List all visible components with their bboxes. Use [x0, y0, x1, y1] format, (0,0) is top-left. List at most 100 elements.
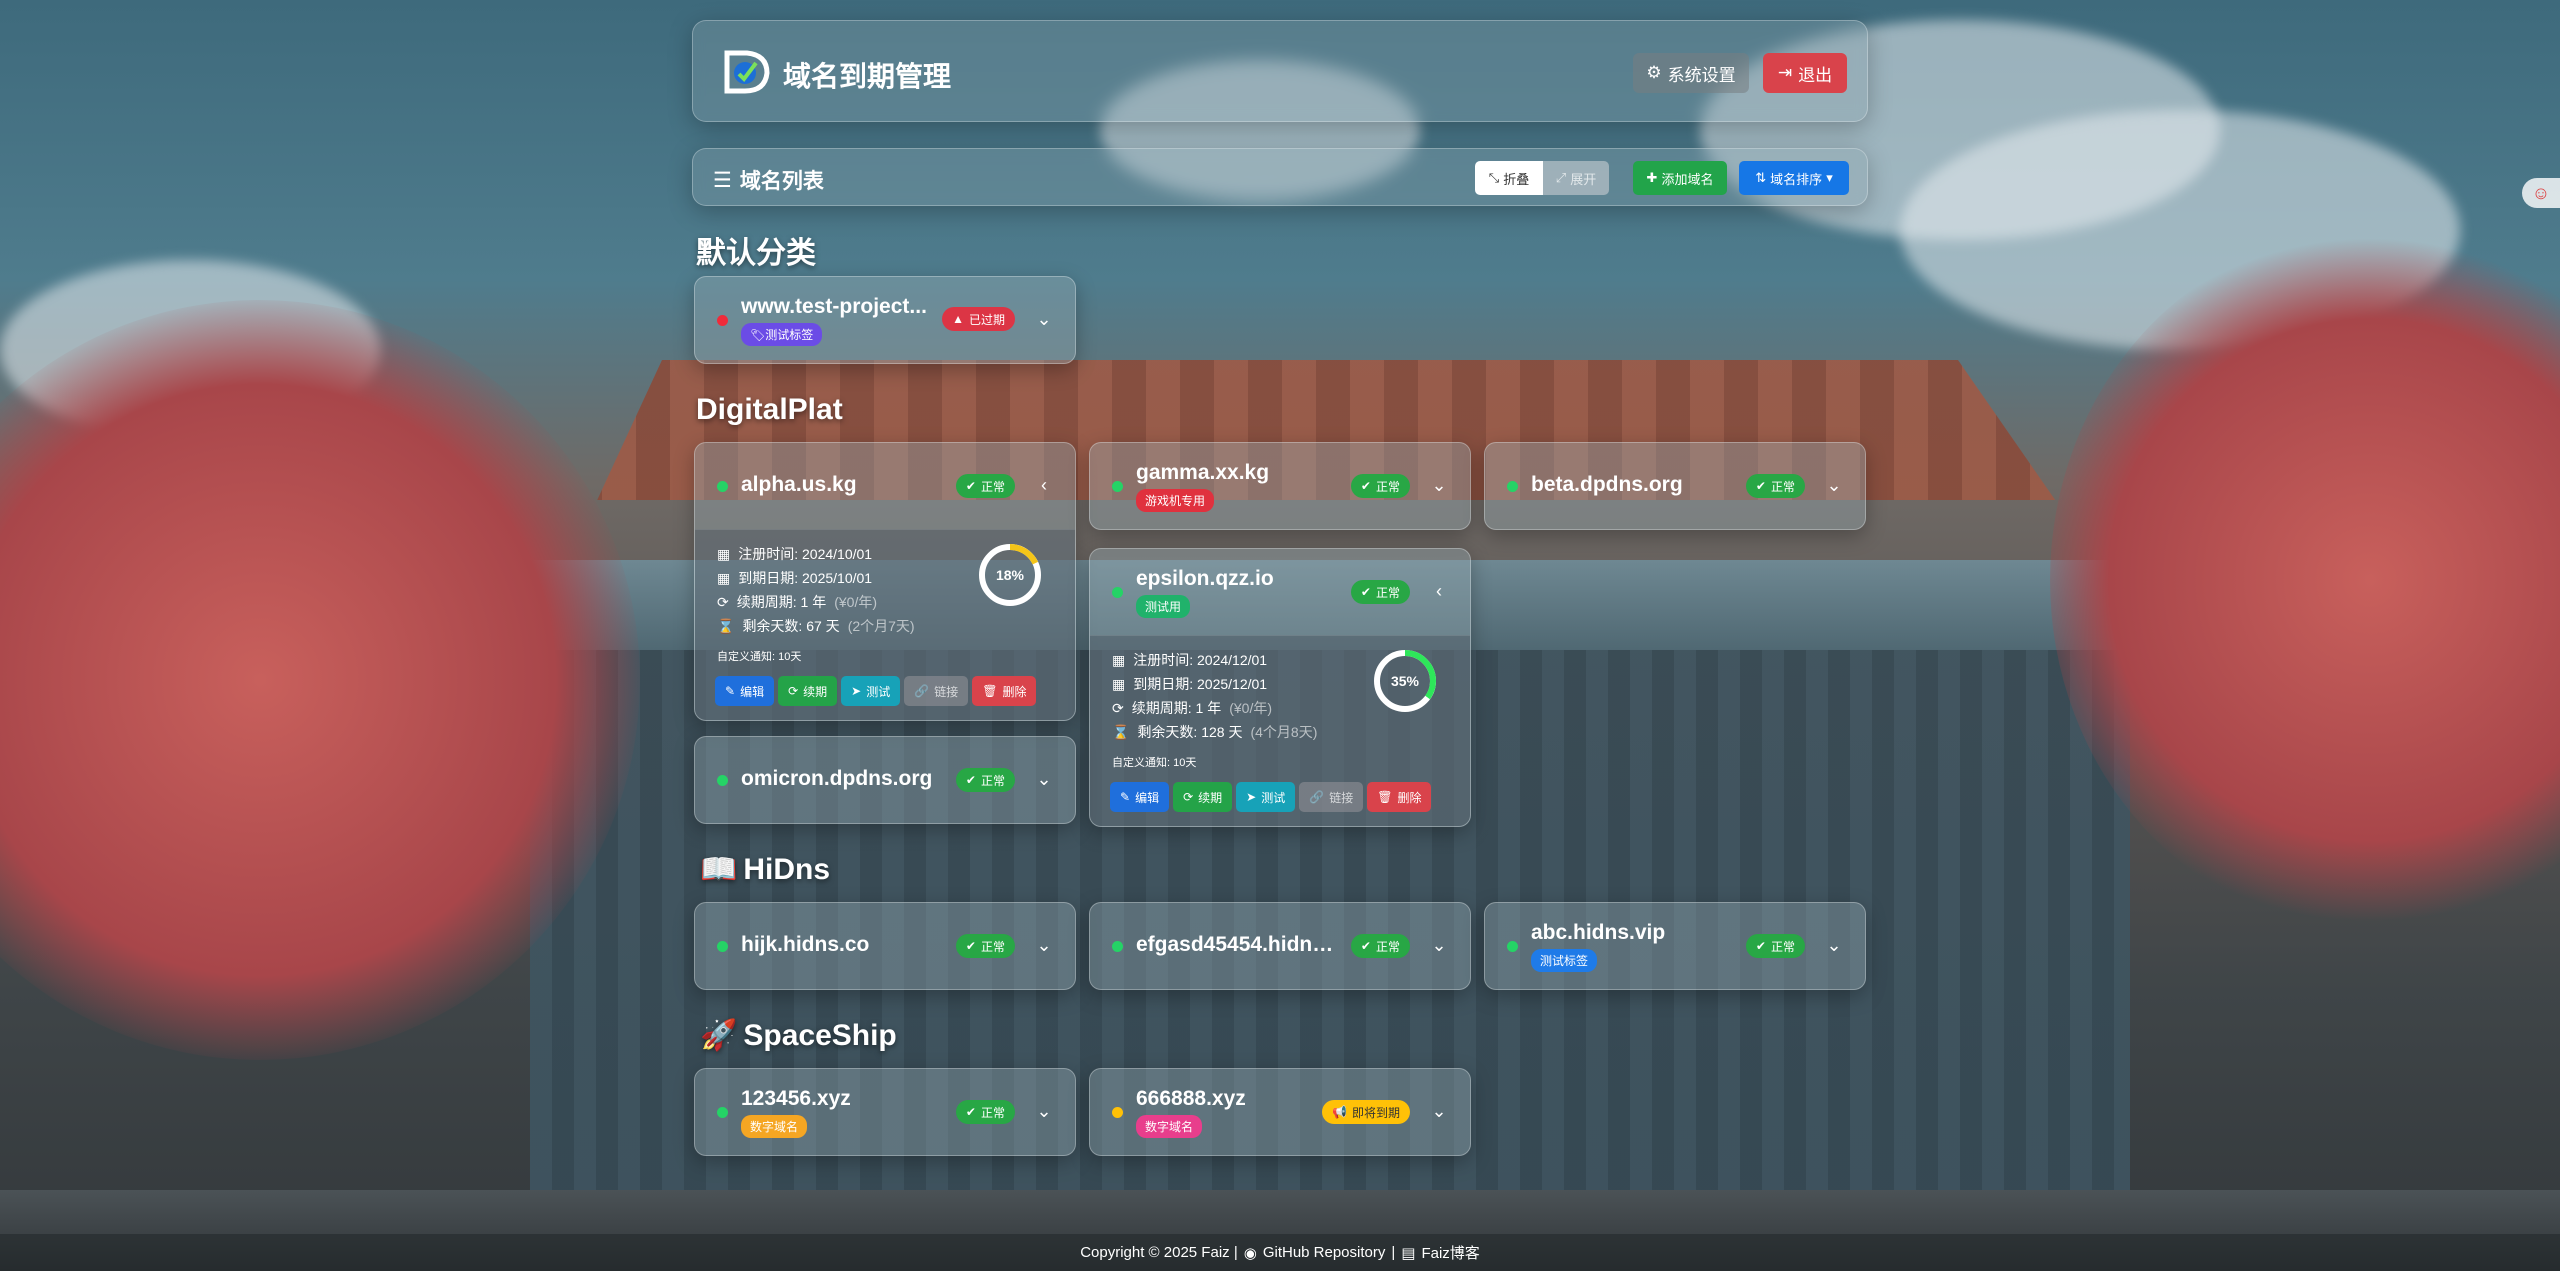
status-badge: ✔ 正常	[955, 1100, 1015, 1124]
edit-button[interactable]: ✎ 编辑	[1110, 782, 1170, 812]
avatar-icon: ☺	[2531, 182, 2551, 203]
domain-card-header[interactable]: www.test-project... 🏷测试标签 ▲ 已过期 ⌄	[695, 277, 1075, 363]
collapse-all-button[interactable]: ⤡ 折叠	[1475, 161, 1543, 195]
domain-card[interactable]: omicron.dpdns.org ✔ 正常 ⌄	[694, 736, 1076, 824]
floating-avatar-button[interactable]: ☺	[2522, 178, 2560, 208]
period-text: 续期周期: 1 年	[736, 594, 827, 610]
domain-card-header[interactable]: beta.dpdns.org ✔ 正常 ⌄	[1485, 443, 1865, 529]
edit-button[interactable]: ✎ 编辑	[715, 676, 775, 706]
chevron-down-icon[interactable]: ⌄	[1033, 934, 1055, 956]
domain-card-header[interactable]: efgasd45454.hidns... ✔ 正常 ⌄	[1090, 903, 1470, 989]
domain-detail: ▦ 注册时间: 2024/12/01 ▦ 到期日期: 2025/12/01 ⟳ 续期周…	[1090, 635, 1470, 826]
domain-card-header[interactable]: 123456.xyz 数字域名 ✔ 正常 ⌄	[695, 1069, 1075, 1155]
sync-icon: ⟳	[788, 684, 799, 698]
remain-days: ⌛ 剩余天数: 67 天 (2个月7天)	[717, 616, 915, 636]
domain-card-header[interactable]: gamma.xx.kg 游戏机专用 ✔ 正常 ⌄	[1090, 443, 1470, 529]
domain-card[interactable]: beta.dpdns.org ✔ 正常 ⌄	[1484, 442, 1866, 530]
caret-down-icon: ▾	[1826, 170, 1833, 185]
category-name: DigitalPlat	[696, 393, 843, 426]
remain-text: 剩余天数: 128 天	[1137, 724, 1243, 740]
link-icon: 🔗	[914, 684, 930, 698]
settings-button[interactable]: ⚙ 系统设置	[1633, 53, 1749, 93]
rocket-icon: 🚀	[700, 1019, 738, 1052]
status-badge: ✔ 正常	[955, 768, 1015, 792]
category-heading: 默认分类	[696, 228, 816, 272]
chevron-down-icon[interactable]: ⌄	[1428, 934, 1450, 956]
check-circle-icon: ✔	[1360, 479, 1371, 493]
add-domain-button[interactable]: ✚ 添加域名	[1633, 161, 1727, 195]
progress-label: 35%	[1390, 673, 1420, 689]
blog-icon: ▤	[1401, 1244, 1416, 1262]
github-link[interactable]: GitHub Repository	[1263, 1244, 1386, 1261]
domain-name: www.test-project...	[741, 295, 927, 318]
tag-text: 测试标签	[765, 328, 814, 342]
logout-button[interactable]: ⇥ 退出	[1763, 53, 1847, 93]
domain-card[interactable]: abc.hidns.vip 测试标签 ✔ 正常 ⌄	[1484, 902, 1866, 990]
domain-tag: 测试标签	[1531, 949, 1598, 972]
delete-button[interactable]: 🗑 删除	[1367, 782, 1432, 812]
domain-name: beta.dpdns.org	[1531, 473, 1683, 496]
status-badge: ✔ 正常	[1745, 934, 1805, 958]
book-icon: 📖	[700, 853, 738, 886]
domain-card[interactable]: alpha.us.kg ✔ 正常 ‹ ▦ 注册时间: 2024/10/01 ▦ 到期日…	[694, 442, 1076, 721]
period-price: (¥0/年)	[834, 594, 877, 610]
check-circle-icon: ✔	[965, 939, 976, 953]
test-button[interactable]: ➤ 测试	[1236, 782, 1296, 812]
delete-button[interactable]: 🗑 删除	[972, 676, 1037, 706]
domain-card-header[interactable]: alpha.us.kg ✔ 正常 ‹	[695, 443, 1075, 529]
domain-card-header[interactable]: abc.hidns.vip 测试标签 ✔ 正常 ⌄	[1485, 903, 1865, 989]
domain-card[interactable]: www.test-project... 🏷测试标签 ▲ 已过期 ⌄	[694, 276, 1076, 364]
domain-card-header[interactable]: 666888.xyz 数字域名 📢 即将到期 ⌄	[1090, 1069, 1470, 1155]
status-text: 正常	[1375, 585, 1400, 600]
domain-card-header[interactable]: omicron.dpdns.org ✔ 正常 ⌄	[695, 737, 1075, 823]
domain-card[interactable]: gamma.xx.kg 游戏机专用 ✔ 正常 ⌄	[1089, 442, 1471, 530]
list-icon: ☰	[713, 168, 732, 192]
chevron-down-icon[interactable]: ⌄	[1033, 768, 1055, 790]
chevron-down-icon[interactable]: ⌄	[1033, 308, 1055, 330]
domain-name: gamma.xx.kg	[1136, 461, 1270, 484]
domain-card-header[interactable]: hijk.hidns.co ✔ 正常 ⌄	[695, 903, 1075, 989]
domain-name: efgasd45454.hidns...	[1136, 933, 1336, 956]
category-heading: 🚀 SpaceShip	[700, 1018, 897, 1053]
test-button[interactable]: ➤ 测试	[841, 676, 901, 706]
domain-card-header[interactable]: epsilon.qzz.io 测试用 ✔ 正常 ‹	[1090, 549, 1470, 635]
status-badge: ✔ 正常	[955, 934, 1015, 958]
domain-card[interactable]: efgasd45454.hidns... ✔ 正常 ⌄	[1089, 902, 1471, 990]
sort-icon: ⇅	[1755, 170, 1767, 185]
status-text: 正常	[980, 773, 1005, 788]
renew-button[interactable]: ⟳ 续期	[778, 676, 838, 706]
domain-card[interactable]: 666888.xyz 数字域名 📢 即将到期 ⌄	[1089, 1068, 1471, 1156]
category-heading: 📖 HiDns	[700, 852, 830, 887]
status-text: 正常	[980, 939, 1005, 954]
chevron-down-icon[interactable]: ⌄	[1428, 1100, 1450, 1122]
link-button[interactable]: 🔗 链接	[904, 676, 969, 706]
chevron-left-icon[interactable]: ‹	[1428, 580, 1450, 602]
domain-card[interactable]: 123456.xyz 数字域名 ✔ 正常 ⌄	[694, 1068, 1076, 1156]
chevron-left-icon[interactable]: ‹	[1033, 474, 1055, 496]
remain-extra: (2个月7天)	[847, 618, 915, 634]
domain-tag: 测试用	[1136, 595, 1191, 618]
status-dot	[1112, 941, 1123, 952]
status-dot	[717, 775, 728, 786]
chevron-down-icon[interactable]: ⌄	[1823, 934, 1845, 956]
link-button[interactable]: 🔗 链接	[1299, 782, 1364, 812]
blog-link[interactable]: Faiz博客	[1421, 1242, 1479, 1263]
collapse-label: 折叠	[1503, 171, 1530, 187]
domain-tag: 游戏机专用	[1136, 489, 1215, 512]
expire-date: ▦ 到期日期: 2025/10/01	[717, 568, 872, 588]
send-icon: ➤	[851, 684, 862, 698]
renew-button[interactable]: ⟳ 续期	[1173, 782, 1233, 812]
domain-card[interactable]: epsilon.qzz.io 测试用 ✔ 正常 ‹ ▦ 注册时间: 2024/12/…	[1089, 548, 1471, 827]
chevron-down-icon[interactable]: ⌄	[1428, 474, 1450, 496]
link-label: 链接	[934, 684, 959, 699]
chevron-down-icon[interactable]: ⌄	[1823, 474, 1845, 496]
domain-card[interactable]: hijk.hidns.co ✔ 正常 ⌄	[694, 902, 1076, 990]
status-text: 正常	[980, 1105, 1005, 1120]
test-label: 测试	[1261, 790, 1286, 805]
chevron-down-icon[interactable]: ⌄	[1033, 1100, 1055, 1122]
sort-domain-button[interactable]: ⇅ 域名排序 ▾	[1739, 161, 1849, 195]
warning-icon: ▲	[952, 312, 964, 326]
domain-detail: ▦ 注册时间: 2024/10/01 ▦ 到期日期: 2025/10/01 ⟳ 续期周…	[695, 529, 1075, 720]
expand-all-button[interactable]: ⤢ 展开	[1543, 161, 1609, 195]
tag-icon: 🏷	[750, 328, 766, 342]
